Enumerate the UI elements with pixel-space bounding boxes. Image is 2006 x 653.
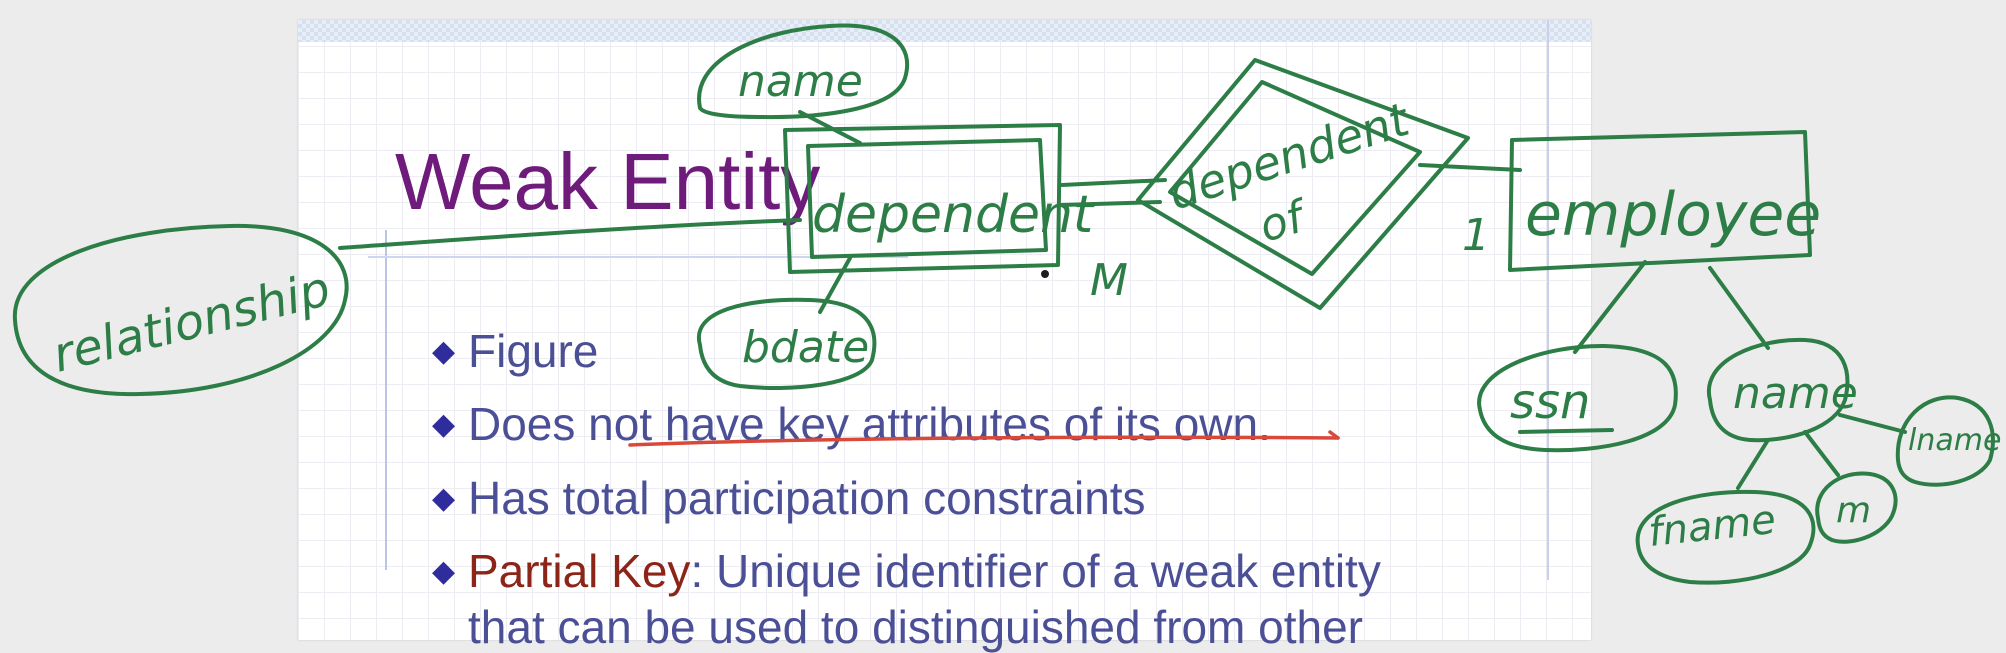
name-attribute-label: name — [738, 56, 863, 107]
relationship-connector — [338, 218, 802, 250]
fname-connector — [1736, 438, 1770, 490]
employee-connector — [1418, 163, 1522, 172]
relationship-label: relationship — [47, 261, 335, 384]
lname-connector — [1838, 413, 1907, 434]
ssn-attribute-label: ssn — [1510, 374, 1590, 430]
ssn-connector — [1573, 260, 1647, 354]
ink-annotations: name dependent relationship bdate M depe… — [12, 23, 2001, 585]
lname-attribute-label: lname — [1908, 423, 2001, 458]
bdate-attribute-label: bdate — [742, 322, 869, 373]
cardinality-one: 1 — [1462, 210, 1490, 261]
emp-name-attribute-label: name — [1733, 368, 1858, 419]
emp-name-connector — [1708, 266, 1770, 350]
m-attribute-label: m — [1836, 490, 1871, 531]
relationship-name-line2: of — [1254, 190, 1315, 253]
pen-dot — [1041, 270, 1049, 278]
dependent-entity-label: dependent — [812, 185, 1095, 245]
ssn-key-underline — [1518, 428, 1614, 434]
employee-entity-label: employee — [1525, 180, 1821, 250]
red-underline — [628, 435, 1340, 447]
cardinality-m: M — [1090, 255, 1128, 306]
m-connector — [1803, 430, 1840, 477]
